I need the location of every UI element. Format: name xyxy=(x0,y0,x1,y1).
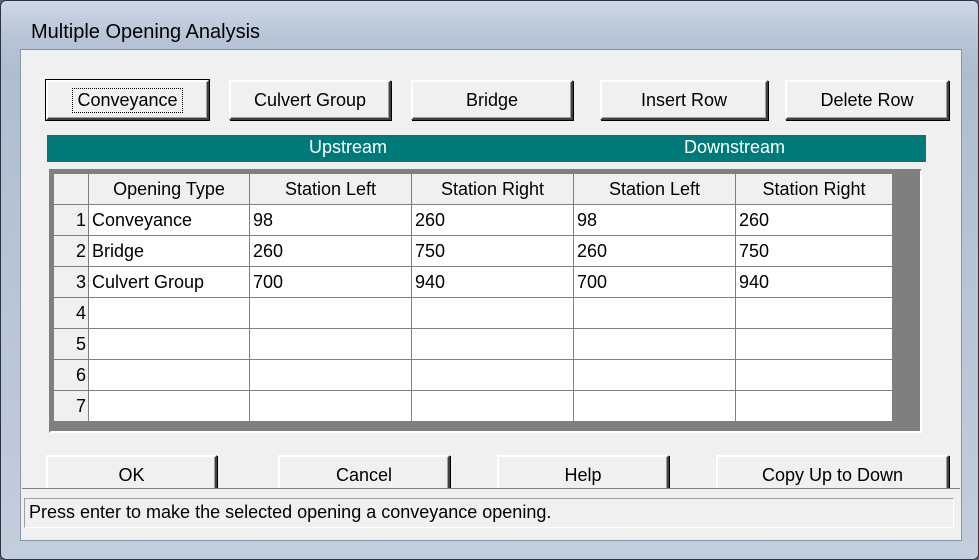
status-bar: Press enter to make the selected opening… xyxy=(22,488,960,539)
row-number[interactable]: 6 xyxy=(53,359,89,391)
ds-station-left-cell[interactable]: 700 xyxy=(573,266,736,298)
copy-up-to-down-button-label: Copy Up to Down xyxy=(761,464,904,485)
column-header-us-station-left[interactable]: Station Left xyxy=(249,173,412,205)
opening-type-cell[interactable] xyxy=(88,359,250,391)
ds-station-right-cell[interactable] xyxy=(735,359,893,391)
row-number[interactable]: 1 xyxy=(53,204,89,236)
ds-station-left-cell[interactable] xyxy=(573,359,736,391)
ok-button-label: OK xyxy=(118,464,145,485)
culvert-group-button-label: Culvert Group xyxy=(253,89,367,110)
delete-row-button[interactable]: Delete Row xyxy=(785,80,949,120)
ds-station-right-cell[interactable]: 260 xyxy=(735,204,893,236)
ds-station-left-cell[interactable]: 98 xyxy=(573,204,736,236)
us-station-right-cell[interactable]: 260 xyxy=(411,204,574,236)
table-row: 3 Culvert Group 700 940 700 940 xyxy=(53,266,893,298)
column-header-ds-station-left[interactable]: Station Left xyxy=(573,173,736,205)
conveyance-button-label: Conveyance xyxy=(72,87,183,113)
ds-station-right-cell[interactable] xyxy=(735,390,893,422)
us-station-right-cell[interactable]: 750 xyxy=(411,235,574,267)
table-row: 2 Bridge 260 750 260 750 xyxy=(53,235,893,267)
table-header-row: Opening Type Station Left Station Right … xyxy=(53,173,893,205)
bridge-button-label: Bridge xyxy=(465,89,519,110)
delete-row-button-label: Delete Row xyxy=(820,89,914,110)
us-station-left-cell[interactable] xyxy=(249,390,412,422)
opening-type-cell[interactable]: Conveyance xyxy=(88,204,250,236)
us-station-right-cell[interactable] xyxy=(411,328,574,360)
table-row: 7 xyxy=(53,390,893,422)
title-bar[interactable]: Multiple Opening Analysis xyxy=(1,1,978,49)
bridge-button[interactable]: Bridge xyxy=(411,80,573,120)
row-number[interactable]: 7 xyxy=(53,390,89,422)
openings-table: Opening Type Station Left Station Right … xyxy=(53,173,893,422)
row-number[interactable]: 4 xyxy=(53,297,89,329)
row-number[interactable]: 2 xyxy=(53,235,89,267)
us-station-left-cell[interactable]: 260 xyxy=(249,235,412,267)
dialog-window: Multiple Opening Analysis Conveyance Cul… xyxy=(0,0,979,560)
ds-station-left-cell[interactable] xyxy=(573,328,736,360)
row-number[interactable]: 3 xyxy=(53,266,89,298)
column-header-opening-type[interactable]: Opening Type xyxy=(88,173,250,205)
opening-type-cell[interactable]: Culvert Group xyxy=(88,266,250,298)
window-title: Multiple Opening Analysis xyxy=(31,21,261,43)
column-header-us-station-right[interactable]: Station Right xyxy=(411,173,574,205)
us-station-right-cell[interactable] xyxy=(411,297,574,329)
table-row: 5 xyxy=(53,328,893,360)
ds-station-right-cell[interactable]: 940 xyxy=(735,266,893,298)
ds-station-left-cell[interactable]: 260 xyxy=(573,235,736,267)
table-row: 1 Conveyance 98 260 98 260 xyxy=(53,204,893,236)
opening-type-cell[interactable] xyxy=(88,297,250,329)
ds-station-right-cell[interactable] xyxy=(735,328,893,360)
ds-station-right-cell[interactable]: 750 xyxy=(735,235,893,267)
cancel-button-label: Cancel xyxy=(335,464,393,485)
downstream-label: Downstream xyxy=(684,137,786,157)
table-row: 6 xyxy=(53,359,893,391)
upstream-downstream-header: Upstream Downstream xyxy=(47,135,926,162)
column-header-ds-station-right[interactable]: Station Right xyxy=(735,173,893,205)
us-station-left-cell[interactable] xyxy=(249,297,412,329)
openings-grid: Opening Type Station Left Station Right … xyxy=(49,169,922,433)
ds-station-right-cell[interactable] xyxy=(735,297,893,329)
opening-type-cell[interactable] xyxy=(88,390,250,422)
us-station-right-cell[interactable] xyxy=(411,359,574,391)
conveyance-button[interactable]: Conveyance xyxy=(45,79,210,121)
corner-cell xyxy=(53,173,89,205)
culvert-group-button[interactable]: Culvert Group xyxy=(229,80,391,120)
table-row: 4 xyxy=(53,297,893,329)
row-number[interactable]: 5 xyxy=(53,328,89,360)
us-station-right-cell[interactable]: 940 xyxy=(411,266,574,298)
insert-row-button-label: Insert Row xyxy=(640,89,728,110)
ds-station-left-cell[interactable] xyxy=(573,297,736,329)
opening-type-cell[interactable] xyxy=(88,328,250,360)
us-station-right-cell[interactable] xyxy=(411,390,574,422)
us-station-left-cell[interactable] xyxy=(249,359,412,391)
ds-station-left-cell[interactable] xyxy=(573,390,736,422)
dialog-client-area: Conveyance Culvert Group Bridge Insert R… xyxy=(20,49,962,541)
status-panel: Press enter to make the selected opening… xyxy=(24,498,954,528)
status-text: Press enter to make the selected opening… xyxy=(29,502,552,522)
us-station-left-cell[interactable]: 98 xyxy=(249,204,412,236)
insert-row-button[interactable]: Insert Row xyxy=(600,80,768,120)
help-button-label: Help xyxy=(564,464,602,485)
us-station-left-cell[interactable]: 700 xyxy=(249,266,412,298)
opening-type-cell[interactable]: Bridge xyxy=(88,235,250,267)
upstream-label: Upstream xyxy=(309,137,388,157)
us-station-left-cell[interactable] xyxy=(249,328,412,360)
